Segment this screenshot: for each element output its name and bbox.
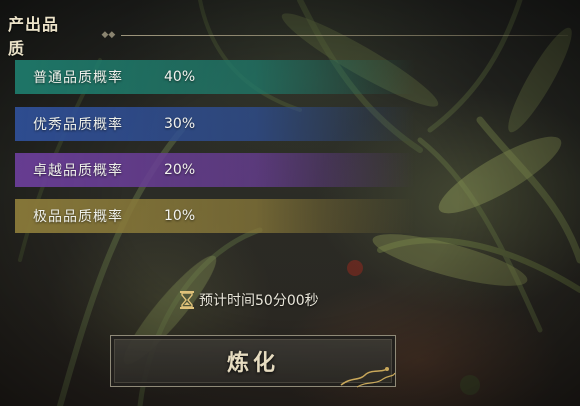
estimated-time-text: 预计时间50分00秒	[199, 293, 319, 309]
quality-label: 极品品质概率	[33, 209, 123, 225]
quality-row-legendary: 极品品质概率 10%	[15, 199, 415, 233]
quality-probability: 10%	[164, 208, 196, 224]
output-quality-header: 产出品质 ◆◆	[8, 15, 568, 58]
quality-row-excellent: 优秀品质概率 30%	[15, 107, 415, 141]
quality-probability: 40%	[164, 69, 196, 85]
refine-panel: 产出品质 ◆◆ 普通品质概率 40% 优秀品质概率 30% 卓越品质概率 20%…	[0, 0, 580, 406]
divider-line	[121, 34, 568, 36]
cloud-ornament-icon	[340, 367, 396, 388]
hourglass-icon	[180, 291, 194, 309]
divider-ornament-icon: ◆◆	[101, 29, 116, 40]
section-title: 产出品质	[8, 15, 60, 58]
quality-row-common: 普通品质概率 40%	[15, 60, 415, 94]
quality-probability: 20%	[164, 162, 196, 178]
estimated-time: 预计时间50分00秒	[178, 289, 319, 311]
quality-label: 优秀品质概率	[33, 117, 123, 133]
quality-label: 普通品质概率	[33, 70, 123, 86]
quality-row-superior: 卓越品质概率 20%	[15, 153, 415, 187]
refine-button-label: 炼化	[226, 350, 279, 376]
quality-label: 卓越品质概率	[33, 163, 123, 179]
refine-button[interactable]: 炼化	[110, 335, 396, 388]
quality-probability: 30%	[164, 116, 196, 132]
